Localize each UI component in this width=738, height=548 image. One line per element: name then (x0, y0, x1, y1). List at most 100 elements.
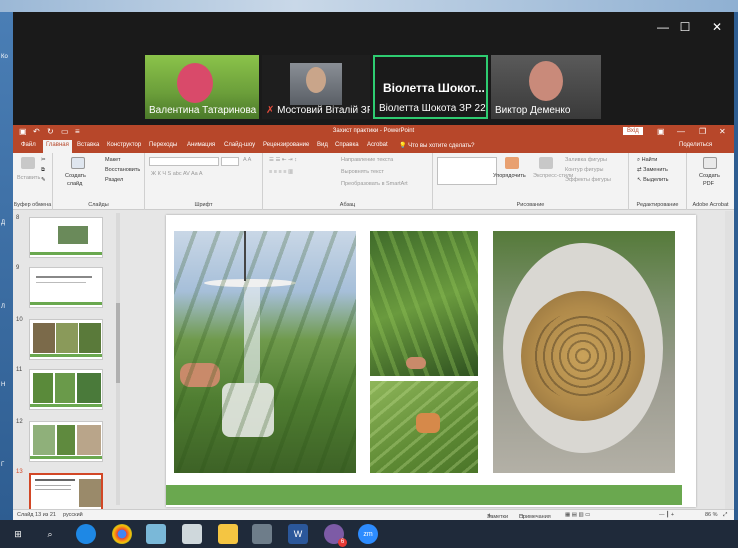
desktop-icon-label[interactable]: Ко (1, 54, 8, 60)
section-button[interactable]: Раздел (105, 177, 123, 183)
fit-slide-icon[interactable]: ⤢ (723, 512, 727, 519)
find-button[interactable]: ⌕ Найти (637, 157, 657, 164)
tab-design[interactable]: Конструктор (107, 142, 141, 148)
windows-start-icon[interactable]: ⊞ (8, 524, 28, 544)
language[interactable]: русский (63, 512, 83, 518)
pdf-icon[interactable] (703, 157, 717, 169)
replace-button[interactable]: ⇄ Заменить (637, 167, 668, 173)
slide-thumbnail[interactable] (29, 369, 103, 410)
slide-scrollbar[interactable] (725, 211, 733, 509)
align-icons[interactable]: ≡ ≡ ≡ ≡ ▥ (269, 169, 293, 175)
zoom-slider[interactable]: — ┃ + (659, 512, 674, 518)
edge-icon[interactable] (76, 524, 96, 544)
cursor-icon: ↖ (637, 177, 642, 183)
close-button[interactable]: ✕ (707, 20, 727, 34)
photo-pheromone-trap[interactable] (174, 231, 356, 473)
shapes-gallery[interactable] (437, 157, 497, 185)
create-pdf-button[interactable]: Создать (699, 173, 720, 179)
minimize-icon[interactable]: — (677, 127, 685, 136)
restore-icon[interactable]: ❐ (699, 127, 706, 136)
desktop-icon-label[interactable]: Л (1, 304, 5, 310)
new-slide-button[interactable]: Создать (65, 173, 86, 179)
desktop-icon-label[interactable]: Д (1, 220, 5, 226)
desktop-icon-label[interactable]: Г (1, 462, 4, 468)
slide-thumbnail[interactable] (29, 267, 103, 308)
search-icon[interactable]: ⌕ (40, 524, 60, 544)
tab-help[interactable]: Справка (335, 142, 359, 148)
participant-tile[interactable]: ✗ Мостовий Віталій ЗР... (262, 55, 370, 119)
paste-icon[interactable] (21, 157, 35, 169)
ribbon-display-icon[interactable]: ▣ (657, 127, 665, 136)
font-size-icons[interactable]: A A (243, 157, 251, 163)
feather-icon[interactable] (146, 524, 166, 544)
remote-desktop-icon[interactable] (252, 524, 272, 544)
reset-button[interactable]: Восстановить (105, 167, 140, 173)
slide-thumbnail-selected[interactable] (29, 473, 103, 514)
tab-animations[interactable]: Анимация (187, 142, 215, 148)
photo-corn-plant[interactable] (370, 231, 478, 376)
minimize-button[interactable]: — (653, 20, 673, 34)
tab-transitions[interactable]: Переходы (149, 142, 177, 148)
word-icon[interactable]: W (288, 524, 308, 544)
participant-name: Віолетта Шокота ЗР 220... (379, 103, 488, 114)
maximize-button[interactable]: ☐ (675, 20, 695, 34)
sign-in-button[interactable]: Вхід (623, 127, 643, 135)
close-icon[interactable]: ✕ (719, 127, 726, 136)
desktop-icon-label[interactable]: Н (1, 382, 5, 388)
file-explorer-icon[interactable] (218, 524, 238, 544)
share-button[interactable]: Поделиться (679, 142, 712, 148)
copy-icon[interactable]: ⧉ (41, 167, 45, 174)
viber-icon[interactable]: 6 (324, 524, 347, 547)
list-icons[interactable]: ☰ ☰ ⇤ ⇥ ↕ (269, 157, 297, 163)
thumbnail-scrollbar[interactable] (116, 213, 120, 505)
slide[interactable] (166, 215, 696, 507)
tab-acrobat[interactable]: Acrobat (367, 142, 388, 148)
photo-trap-bowl[interactable] (493, 231, 675, 473)
arrange-icon[interactable] (505, 157, 519, 169)
group-paragraph: ☰ ☰ ⇤ ⇥ ↕ Направление текста ≡ ≡ ≡ ≡ ▥ В… (263, 153, 433, 210)
format-painter-icon[interactable]: ✎ (41, 177, 46, 183)
arrange-button[interactable]: Упорядочить (493, 173, 526, 179)
notepad-icon[interactable] (182, 524, 202, 544)
paste-button[interactable]: Вставить (17, 175, 40, 181)
align-text-button[interactable]: Выровнять текст (341, 169, 384, 175)
slide-thumbnail[interactable] (29, 217, 103, 258)
tab-file[interactable]: Файл (21, 142, 36, 148)
group-acrobat: Создать PDF Adobe Acrobat (687, 153, 734, 210)
slide-thumbnail[interactable] (29, 319, 103, 360)
chrome-icon[interactable] (112, 524, 132, 544)
participant-tile[interactable]: Виктор Деменко (491, 55, 601, 119)
tab-review[interactable]: Рецензирование (263, 142, 309, 148)
tab-view[interactable]: Вид (317, 142, 328, 148)
photo-egg-cluster[interactable] (370, 381, 478, 473)
participant-video (529, 61, 563, 101)
select-button[interactable]: ↖ Выделить (637, 177, 669, 183)
participant-tile-active[interactable]: Віолетта Шокот... Віолетта Шокота ЗР 220… (373, 55, 488, 119)
group-label: Редактирование (636, 202, 679, 208)
tab-insert[interactable]: Вставка (77, 142, 99, 148)
smartart-button[interactable]: Преобразовать в SmartArt (341, 181, 408, 187)
tell-me-search[interactable]: 💡 Что вы хотите сделать? (399, 142, 474, 149)
tab-slideshow[interactable]: Слайд-шоу (224, 142, 255, 148)
new-slide-button-label[interactable]: слайд (67, 181, 82, 187)
shape-effects-button[interactable]: Эффекты фигуры (565, 177, 611, 183)
tab-home[interactable]: Главная (43, 140, 72, 153)
group-label: Буфер обмена (13, 202, 52, 208)
view-buttons[interactable]: ▦ ▤ ▥ ▭ (565, 512, 590, 518)
slide-number: 11 (16, 367, 23, 373)
font-name-box[interactable] (149, 157, 219, 166)
zoom-icon[interactable]: zm (358, 524, 378, 544)
shape-outline-button[interactable]: Контур фигуры (565, 167, 603, 173)
participant-tile[interactable]: Валентина Татаринова (145, 55, 259, 119)
shape-fill-button[interactable]: Заливка фигуры (565, 157, 607, 163)
create-pdf-button-label[interactable]: PDF (703, 181, 714, 187)
new-slide-icon[interactable] (71, 157, 85, 169)
quick-styles-icon[interactable] (539, 157, 553, 169)
slide-thumbnail[interactable] (29, 421, 103, 462)
font-size-box[interactable] (221, 157, 239, 166)
text-direction-button[interactable]: Направление текста (341, 157, 393, 163)
font-style-icons[interactable]: Ж К Ч S abc AV Aa A (151, 171, 203, 177)
cut-icon[interactable]: ✂ (41, 157, 46, 163)
layout-button[interactable]: Макет (105, 157, 121, 163)
zoom-level[interactable]: 86 % (705, 512, 718, 518)
